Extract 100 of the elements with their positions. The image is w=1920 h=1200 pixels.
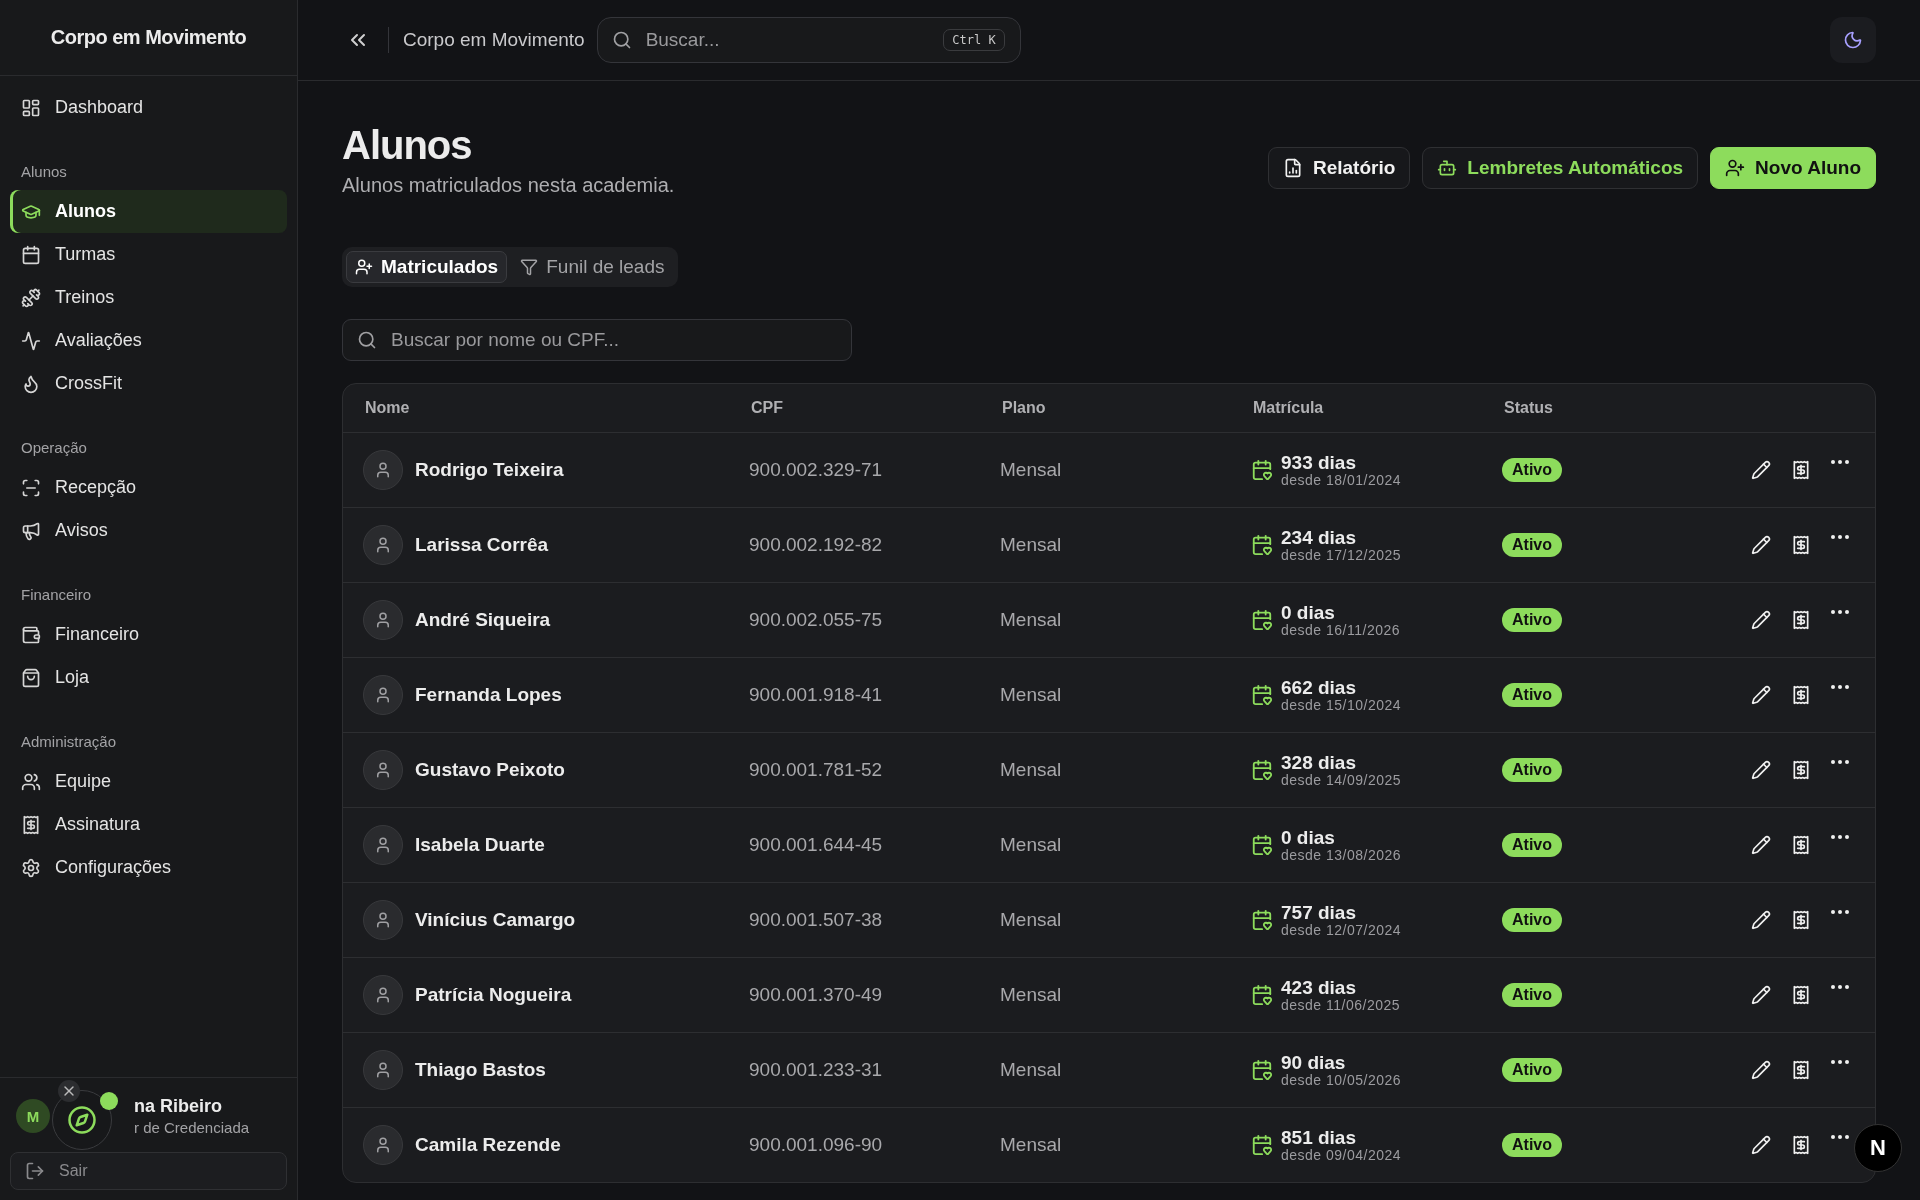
nav-item[interactable]: Recepção bbox=[10, 466, 287, 509]
calendar-icon bbox=[1251, 984, 1273, 1006]
receipt-button[interactable] bbox=[1791, 610, 1811, 630]
enrollment-date: desde 17/12/2025 bbox=[1281, 547, 1402, 563]
action-button[interactable]: Relatório bbox=[1268, 147, 1411, 189]
edit-button[interactable] bbox=[1751, 910, 1771, 930]
edit-button[interactable] bbox=[1751, 985, 1771, 1005]
edit-button[interactable] bbox=[1751, 760, 1771, 780]
receipt-button[interactable] bbox=[1791, 1060, 1811, 1080]
pencil-icon bbox=[1751, 985, 1771, 1005]
receipt-button[interactable] bbox=[1791, 910, 1811, 930]
plan-cell-text: Mensal bbox=[1000, 1059, 1063, 1081]
nav-item[interactable]: Alunos bbox=[10, 190, 287, 233]
nav-item[interactable]: Treinos bbox=[10, 276, 287, 319]
plan-cell-text: Mensal bbox=[1000, 459, 1063, 481]
enrollment-date: desde 10/05/2026 bbox=[1281, 1072, 1402, 1088]
calendar-icon bbox=[1251, 834, 1273, 856]
user-icon bbox=[374, 686, 392, 704]
column-header: Nome bbox=[365, 399, 411, 417]
enrollment-days: 90 dias bbox=[1281, 1052, 1402, 1073]
nav-item[interactable]: Configurações bbox=[10, 846, 287, 889]
enrollment-days: 933 dias bbox=[1281, 452, 1402, 473]
cpf-cell-text: 900.001.370-49 bbox=[749, 984, 884, 1006]
cpf-cell-text: 900.001.233-31 bbox=[749, 1059, 884, 1081]
edit-button[interactable] bbox=[1751, 835, 1771, 855]
tab-icon bbox=[355, 258, 373, 276]
calendar-icon bbox=[1251, 609, 1273, 631]
student-name: Gustavo Peixoto bbox=[415, 759, 565, 781]
column-header: Matrícula bbox=[1253, 399, 1325, 417]
action-button[interactable]: Lembretes Automáticos bbox=[1422, 147, 1699, 189]
nav-icon bbox=[21, 857, 41, 878]
edit-button[interactable] bbox=[1751, 610, 1771, 630]
edit-button[interactable] bbox=[1751, 1060, 1771, 1080]
receipt-button[interactable] bbox=[1791, 685, 1811, 705]
edit-button[interactable] bbox=[1751, 1135, 1771, 1155]
receipt-button[interactable] bbox=[1791, 760, 1811, 780]
tab[interactable]: Funil de leads bbox=[511, 251, 674, 283]
nav-item[interactable]: Equipe bbox=[10, 760, 287, 803]
student-name: Camila Rezende bbox=[415, 1134, 561, 1156]
plan-cell-text: Mensal bbox=[1000, 834, 1063, 856]
status-dot bbox=[100, 1092, 118, 1110]
pencil-icon bbox=[1751, 1135, 1771, 1155]
receipt-icon bbox=[1791, 460, 1811, 480]
receipt-button[interactable] bbox=[1791, 1135, 1811, 1155]
pencil-icon bbox=[1751, 460, 1771, 480]
brand-title: Corpo em Movimento bbox=[0, 0, 297, 76]
receipt-button[interactable] bbox=[1791, 985, 1811, 1005]
compass-widget[interactable] bbox=[52, 1090, 112, 1150]
edit-button[interactable] bbox=[1751, 460, 1771, 480]
nav-item[interactable]: Dashboard bbox=[10, 86, 287, 129]
column-header: Status bbox=[1504, 399, 1554, 417]
user-name: na Ribeiro bbox=[134, 1096, 223, 1117]
button-icon bbox=[1437, 158, 1458, 178]
receipt-button[interactable] bbox=[1791, 460, 1811, 480]
more-icon bbox=[1831, 760, 1849, 764]
receipt-icon bbox=[1791, 910, 1811, 930]
nav-item[interactable]: CrossFit bbox=[10, 362, 287, 405]
user-icon bbox=[374, 836, 392, 854]
nav-icon bbox=[21, 771, 41, 792]
pencil-icon bbox=[1751, 535, 1771, 555]
moon-icon bbox=[1843, 30, 1863, 50]
logout-icon bbox=[25, 1161, 45, 1181]
calendar-icon bbox=[1251, 534, 1273, 556]
nav-icon bbox=[21, 330, 41, 351]
plan-cell-text: Mensal bbox=[1000, 909, 1063, 931]
nav-item[interactable]: Assinatura bbox=[10, 803, 287, 846]
search-icon bbox=[357, 330, 377, 350]
nav-item[interactable]: Turmas bbox=[10, 233, 287, 276]
edit-button[interactable] bbox=[1751, 535, 1771, 555]
receipt-button[interactable] bbox=[1791, 835, 1811, 855]
status-badge: Ativo bbox=[1502, 1058, 1562, 1082]
enrollment-days: 0 dias bbox=[1281, 827, 1402, 848]
calendar-icon bbox=[1251, 759, 1273, 781]
action-button[interactable]: Novo Aluno bbox=[1710, 147, 1876, 189]
logout-button[interactable]: Sair bbox=[10, 1152, 287, 1190]
nav-item[interactable]: Avaliações bbox=[10, 319, 287, 362]
theme-toggle[interactable] bbox=[1830, 17, 1876, 63]
tab[interactable]: Matriculados bbox=[346, 251, 508, 283]
user-icon bbox=[374, 461, 392, 479]
close-button[interactable] bbox=[58, 1080, 80, 1102]
edit-button[interactable] bbox=[1751, 685, 1771, 705]
nav-icon bbox=[21, 373, 41, 394]
cpf-cell-text: 900.001.507-38 bbox=[749, 909, 884, 931]
receipt-button[interactable] bbox=[1791, 535, 1811, 555]
enrollment-date: desde 13/08/2026 bbox=[1281, 847, 1402, 863]
calendar-icon bbox=[1251, 684, 1273, 706]
nav-item[interactable]: Avisos bbox=[10, 509, 287, 552]
nav-section-title: Alunos bbox=[20, 163, 68, 180]
student-name: Patrícia Nogueira bbox=[415, 984, 572, 1006]
filter-field[interactable]: Buscar por nome ou CPF... bbox=[342, 319, 852, 361]
page-subtitle: Alunos matriculados nesta academia. bbox=[342, 174, 675, 197]
pencil-icon bbox=[1751, 760, 1771, 780]
student-name: André Siqueira bbox=[415, 609, 551, 631]
student-name: Isabela Duarte bbox=[415, 834, 545, 856]
tab-icon bbox=[520, 258, 539, 276]
nav-item[interactable]: Financeiro bbox=[10, 613, 287, 656]
enrollment-date: desde 09/04/2024 bbox=[1281, 1147, 1402, 1163]
more-icon bbox=[1831, 685, 1849, 689]
pencil-icon bbox=[1751, 610, 1771, 630]
nav-item[interactable]: Loja bbox=[10, 656, 287, 699]
